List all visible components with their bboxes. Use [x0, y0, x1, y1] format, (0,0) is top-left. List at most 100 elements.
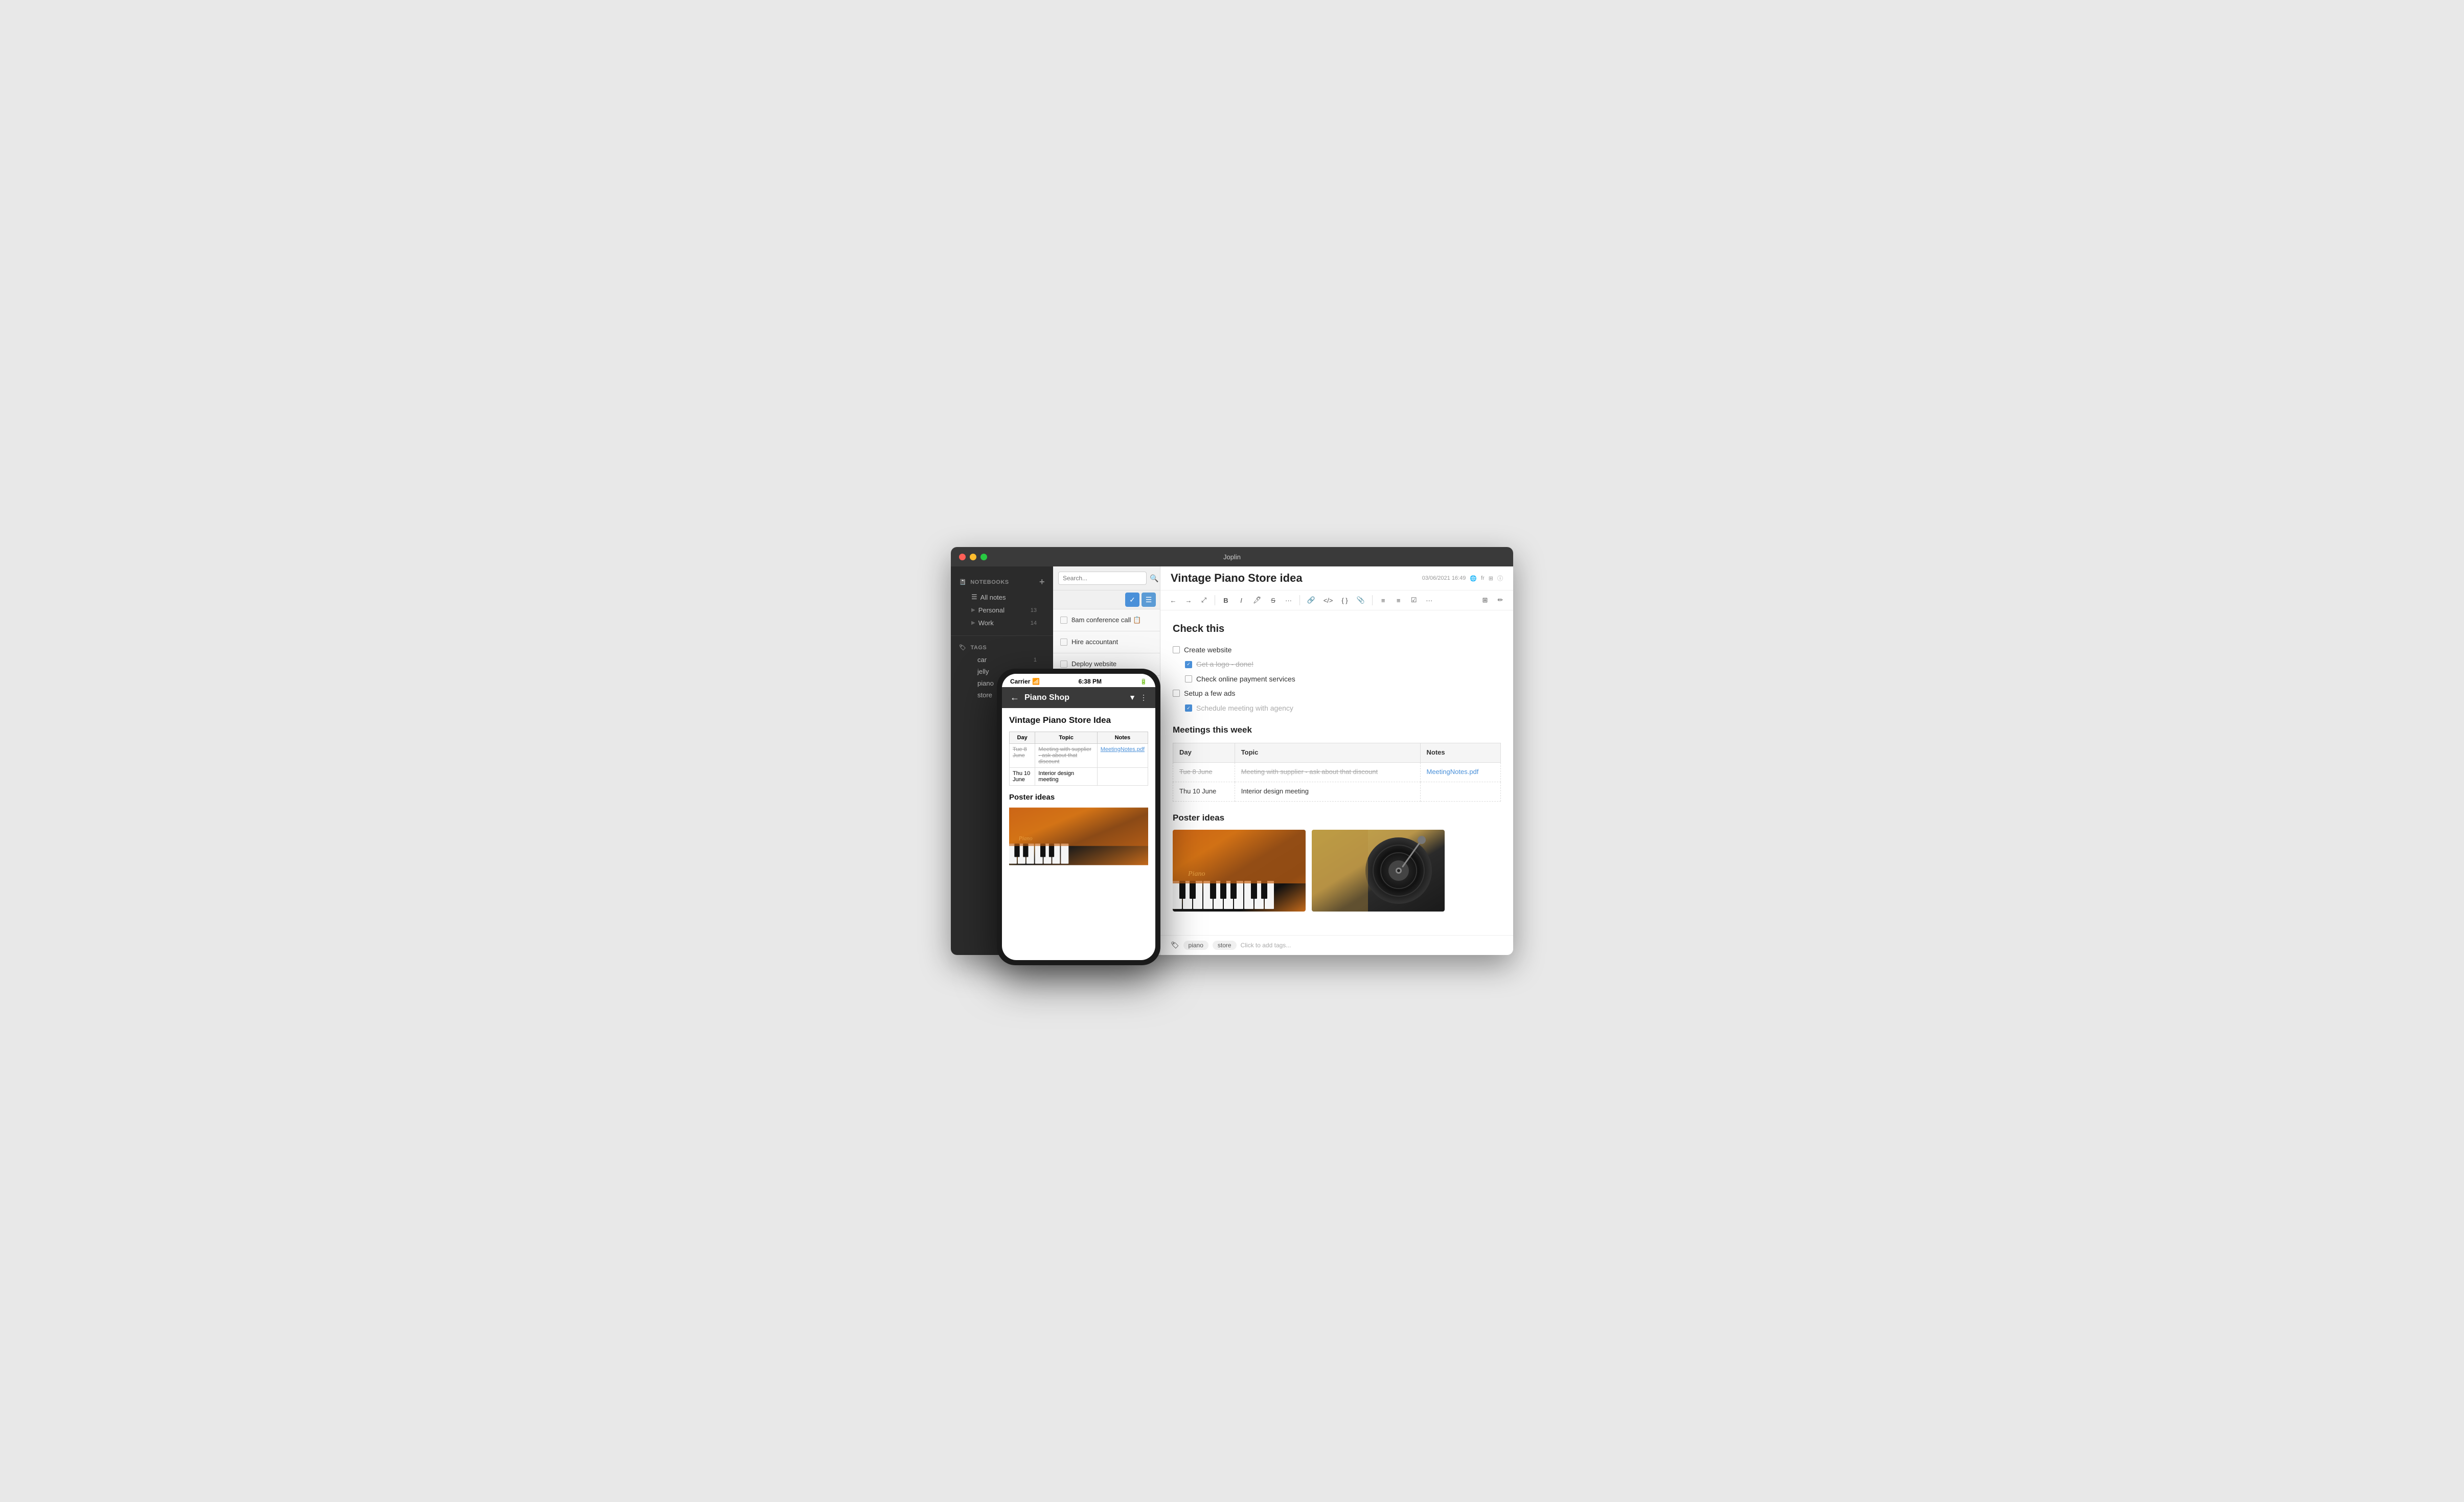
tag-label-icon: 🏷	[1171, 941, 1179, 949]
wifi-icon: 📶	[1032, 678, 1040, 685]
phone-status-right: 🔋	[1140, 678, 1147, 685]
nav-forward-button[interactable]: →	[1182, 594, 1195, 607]
sidebar-item-work[interactable]: ▶ Work 14	[959, 617, 1045, 629]
note-title-deploy: Deploy website	[1071, 659, 1116, 669]
phone-content: Vintage Piano Store Idea Day Topic Notes	[1002, 708, 1155, 960]
personal-arrow-icon: ▶	[971, 607, 975, 613]
check-schedule-label: Schedule meeting with agency	[1196, 702, 1293, 714]
phone-table-header-day: Day	[1010, 732, 1035, 744]
tag-item-car[interactable]: car 1	[959, 654, 1045, 666]
sidebar-item-allnotes[interactable]: ☰ All notes	[959, 590, 1045, 604]
phone-table-topic-2: Interior design meeting	[1035, 768, 1097, 786]
add-tag-button[interactable]: Click to add tags...	[1241, 942, 1291, 949]
info-icon[interactable]: ⓘ	[1497, 574, 1503, 582]
phone-back-button[interactable]: ←	[1010, 692, 1019, 703]
check-create-website: Create website	[1173, 644, 1501, 655]
check-ads: Setup a few ads	[1173, 688, 1501, 699]
tags-header: 🏷 TAGS	[959, 644, 1045, 651]
attach-button[interactable]: 📎	[1354, 594, 1368, 607]
svg-text:Piano: Piano	[1018, 836, 1033, 842]
check-logo-label: Get a logo - done!	[1196, 658, 1253, 670]
view-edit-button[interactable]: ✏	[1494, 594, 1507, 607]
strikethrough-button[interactable]: S	[1267, 594, 1280, 607]
editor-meta: 03/06/2021 16:49 🌐 fr ⊞ ⓘ	[1422, 574, 1503, 582]
phone-nav-bar: ← Piano Shop ▼ ⋮	[1002, 687, 1155, 708]
check-schedule: ✓ Schedule meeting with agency	[1173, 702, 1501, 714]
check-payment: Check online payment services	[1173, 673, 1501, 685]
add-notebook-button[interactable]: +	[1039, 577, 1045, 587]
external-link-button[interactable]: ⤢	[1197, 594, 1211, 607]
sidebar-item-personal[interactable]: ▶ Personal 13	[959, 604, 1045, 617]
list-ordered-button[interactable]: ≡	[1392, 594, 1405, 607]
table-cell-topic-2: Interior design meeting	[1235, 782, 1420, 801]
search-icon[interactable]: 🔍	[1150, 574, 1158, 583]
phone-meeting-notes-link[interactable]: MeetingNotes.pdf	[1101, 746, 1145, 753]
check-ads-box[interactable]	[1173, 690, 1180, 697]
check-logo-box[interactable]: ✓	[1185, 661, 1192, 668]
phone-sort-icon[interactable]: ▼	[1129, 693, 1136, 702]
table-cell-topic-1: Meeting with supplier - ask about that d…	[1235, 762, 1420, 782]
check-ads-label: Setup a few ads	[1184, 688, 1235, 699]
phone-table-header-topic: Topic	[1035, 732, 1097, 744]
editor-toolbar: ← → ⤢ B I 🖊 S ··· 🔗 </> { } 📎 ≡ ≡	[1160, 590, 1513, 610]
editor-date: 03/06/2021 16:49	[1422, 575, 1466, 581]
toolbar-separator-2	[1299, 595, 1300, 605]
check-create-website-box[interactable]	[1173, 646, 1180, 653]
phone-menu-icon[interactable]: ⋮	[1140, 693, 1147, 702]
phone-carrier: Carrier	[1010, 678, 1030, 685]
new-note-button[interactable]: ✓	[1125, 593, 1139, 607]
check-payment-box[interactable]	[1185, 675, 1192, 682]
link-button[interactable]: 🔗	[1304, 594, 1318, 607]
close-button[interactable]	[959, 554, 966, 560]
svg-text:Piano: Piano	[1188, 870, 1205, 878]
check-create-website-label: Create website	[1184, 644, 1231, 655]
tag-chip-piano[interactable]: piano	[1183, 941, 1208, 950]
more-format-button[interactable]: ···	[1282, 594, 1295, 607]
check-payment-label: Check online payment services	[1196, 673, 1295, 685]
poster-images: Piano	[1173, 830, 1501, 912]
meeting-notes-link[interactable]: MeetingNotes.pdf	[1427, 768, 1479, 776]
editor-header: Vintage Piano Store idea 03/06/2021 16:4…	[1160, 566, 1513, 590]
vinyl-image	[1312, 830, 1445, 912]
search-bar: 🔍	[1053, 566, 1160, 590]
maximize-button[interactable]	[980, 554, 987, 560]
note-item-conference[interactable]: 8am conference call 📋	[1053, 609, 1160, 631]
editor-title: Vintage Piano Store idea	[1171, 572, 1303, 585]
battery-icon: 🔋	[1140, 678, 1147, 685]
section-check-title: Check this	[1173, 621, 1501, 637]
table-row-1: Tue 8 June Meeting with supplier - ask a…	[1173, 762, 1501, 782]
note-checkbox-hire	[1060, 639, 1067, 646]
search-input[interactable]	[1058, 572, 1147, 585]
note-item-hire[interactable]: Hire accountant	[1053, 631, 1160, 653]
italic-button[interactable]: I	[1235, 594, 1248, 607]
phone-note-title: Vintage Piano Store Idea	[1009, 715, 1148, 725]
code-block-button[interactable]: { }	[1338, 594, 1352, 607]
toolbar-separator-3	[1372, 595, 1373, 605]
nav-back-button[interactable]: ←	[1167, 594, 1180, 607]
section-poster-title: Poster ideas	[1173, 811, 1501, 825]
more-insert-button[interactable]: ···	[1423, 594, 1436, 607]
table-cell-day-2: Thu 10 June	[1173, 782, 1235, 801]
code-inline-button[interactable]: </>	[1320, 594, 1336, 607]
list-check-button[interactable]: ☑	[1407, 594, 1421, 607]
phone-table-topic-1: Meeting with supplier - ask about that d…	[1035, 744, 1097, 768]
view-toggle-button[interactable]: ☰	[1142, 593, 1156, 607]
notebooks-header: 📓 NOTEBOOKS +	[959, 577, 1045, 587]
editor-footer: 🏷 piano store Click to add tags...	[1160, 935, 1513, 955]
editor-lang: fr	[1481, 575, 1485, 581]
minimize-button[interactable]	[970, 554, 976, 560]
phone-table-row-2: Thu 10 June Interior design meeting	[1010, 768, 1148, 786]
titlebar: Joplin	[951, 547, 1513, 566]
highlight-button[interactable]: 🖊	[1250, 594, 1265, 607]
check-schedule-box[interactable]: ✓	[1185, 704, 1192, 712]
phone-table-notes-1: MeetingNotes.pdf	[1097, 744, 1148, 768]
tag-chip-store[interactable]: store	[1213, 941, 1237, 950]
table-header-topic: Topic	[1235, 743, 1420, 763]
phone-table-notes-2	[1097, 768, 1148, 786]
list-bullet-button[interactable]: ≡	[1377, 594, 1390, 607]
phone-table-header-notes: Notes	[1097, 732, 1148, 744]
phone-status-bar: Carrier 📶 6:38 PM 🔋	[1002, 674, 1155, 687]
bold-button[interactable]: B	[1219, 594, 1233, 607]
view-split-button[interactable]: ⊞	[1478, 594, 1492, 607]
export-icon[interactable]: ⊞	[1489, 575, 1493, 582]
